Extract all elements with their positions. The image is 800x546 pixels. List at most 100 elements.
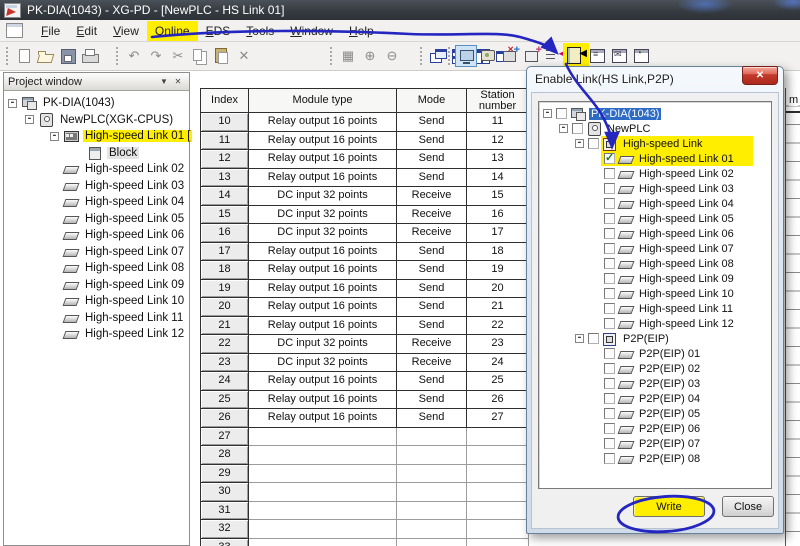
grid-cell-mode[interactable]: Receive	[397, 335, 467, 354]
toolbar-icon[interactable]	[477, 45, 499, 67]
enable-checkbox[interactable]	[588, 138, 599, 149]
grid-cell-station[interactable]: 14	[467, 169, 529, 188]
grid-cell-mode[interactable]: Send	[397, 132, 467, 151]
enable-checkbox[interactable]	[604, 318, 615, 329]
enable-checkbox[interactable]	[604, 198, 615, 209]
grid-cell-index[interactable]: 25	[201, 391, 249, 410]
enable-link-tree-item[interactable]: High-speed Link 03	[539, 181, 771, 196]
project-tree-item[interactable]: High-speed Link 12	[4, 326, 189, 343]
grid-cell-index[interactable]: 13	[201, 169, 249, 188]
grid-cell-mode[interactable]: Receive	[397, 206, 467, 225]
enable-checkbox[interactable]	[604, 363, 615, 374]
enable-link-tree-item[interactable]: High-speed Link 02	[539, 166, 771, 181]
project-tree-item[interactable]: High-speed Link 07	[4, 244, 189, 261]
toolbar-icon[interactable]	[189, 45, 211, 67]
title-bar[interactable]: PK-DIA(1043) - XG-PD - [NewPLC - HS Link…	[0, 0, 800, 20]
grid-cell-index[interactable]: 23	[201, 354, 249, 373]
grid-cell-index[interactable]: 29	[201, 465, 249, 484]
project-tree-item[interactable]: High-speed Link 03	[4, 178, 189, 195]
enable-link-tree-item[interactable]: High-speed Link 04	[539, 196, 771, 211]
menu-item[interactable]: Window	[282, 21, 341, 41]
grid-cell-station[interactable]: 20	[467, 280, 529, 299]
project-tree-item[interactable]: High-speed Link 05	[4, 211, 189, 228]
grid-cell-station[interactable]	[467, 483, 529, 502]
grid-cell-index[interactable]: 16	[201, 224, 249, 243]
grid-cell-mode[interactable]	[397, 428, 467, 447]
tree-expander-icon[interactable]: -	[543, 109, 552, 118]
grid-cell-index[interactable]: 22	[201, 335, 249, 354]
enable-link-tree-item[interactable]: High-speed Link 06	[539, 226, 771, 241]
grid-cell-mode[interactable]: Send	[397, 169, 467, 188]
project-tree-item[interactable]: High-speed Link 04	[4, 194, 189, 211]
toolbar-icon[interactable]: ↷	[145, 45, 167, 67]
menu-item[interactable]: Edit	[68, 21, 105, 41]
grid-cell-index[interactable]: 28	[201, 446, 249, 465]
toolbar-icon[interactable]	[57, 45, 79, 67]
project-tree-item[interactable]: - High-speed Link 01 [	[4, 128, 189, 145]
toolbar-icon[interactable]	[499, 45, 521, 67]
grid-cell-station[interactable]: 16	[467, 206, 529, 225]
grid-cell-mode[interactable]: Send	[397, 298, 467, 317]
toolbar-icon[interactable]	[79, 45, 101, 67]
grid-cell-module-type[interactable]: Relay output 16 points	[249, 261, 397, 280]
grid-cell-index[interactable]: 31	[201, 502, 249, 521]
menu-item[interactable]: View	[105, 21, 147, 41]
enable-link-tree-item[interactable]: P2P(EIP) 05	[539, 406, 771, 421]
grid-cell-station[interactable]: 13	[467, 150, 529, 169]
grid-cell-station[interactable]: 27	[467, 409, 529, 428]
grid-cell-index[interactable]: 21	[201, 317, 249, 336]
toolbar-icon[interactable]: ▦	[337, 45, 359, 67]
enable-link-tree-item[interactable]: - P2P(EIP)	[539, 331, 771, 346]
grid-cell-module-type[interactable]: DC input 32 points	[249, 335, 397, 354]
enable-link-tree-item[interactable]: High-speed Link 10	[539, 286, 771, 301]
grid-cell-module-type[interactable]: DC input 32 points	[249, 224, 397, 243]
grid-cell-station[interactable]: 12	[467, 132, 529, 151]
enable-link-tree-item[interactable]: P2P(EIP) 01	[539, 346, 771, 361]
toolbar-icon[interactable]	[13, 45, 35, 67]
enable-checkbox[interactable]	[556, 108, 567, 119]
tree-expander-icon[interactable]: -	[575, 139, 584, 148]
grid-cell-mode[interactable]: Send	[397, 150, 467, 169]
toolbar-icon[interactable]	[521, 45, 543, 67]
project-tree-item[interactable]: - PK-DIA(1043)	[4, 95, 189, 112]
grid-cell-index[interactable]: 20	[201, 298, 249, 317]
tree-expander-icon[interactable]: -	[559, 124, 568, 133]
close-button[interactable]: Close	[722, 496, 774, 517]
grid-cell-mode[interactable]: Send	[397, 243, 467, 262]
grid-cell-module-type[interactable]	[249, 502, 397, 521]
grid-cell-module-type[interactable]: DC input 32 points	[249, 206, 397, 225]
project-tree-item[interactable]: High-speed Link 10	[4, 293, 189, 310]
grid-cell-module-type[interactable]: Relay output 16 points	[249, 113, 397, 132]
grid-cell-index[interactable]: 30	[201, 483, 249, 502]
enable-checkbox[interactable]	[604, 153, 615, 164]
menu-item[interactable]: Online	[147, 21, 198, 41]
grid-cell-mode[interactable]	[397, 502, 467, 521]
enable-link-tree-item[interactable]: P2P(EIP) 04	[539, 391, 771, 406]
menu-item[interactable]: EDS	[198, 21, 239, 41]
grid-cell-index[interactable]: 26	[201, 409, 249, 428]
enable-checkbox[interactable]	[604, 378, 615, 389]
enable-link-tree-item[interactable]: P2P(EIP) 08	[539, 451, 771, 466]
enable-link-tree-item[interactable]: High-speed Link 05	[539, 211, 771, 226]
tree-expander-icon[interactable]: -	[25, 115, 34, 124]
toolbar-icon[interactable]	[565, 45, 587, 67]
grid-cell-mode[interactable]	[397, 465, 467, 484]
write-button[interactable]: Write	[633, 496, 705, 517]
grid-cell-module-type[interactable]: Relay output 16 points	[249, 150, 397, 169]
grid-cell-station[interactable]: 25	[467, 372, 529, 391]
grid-cell-module-type[interactable]	[249, 465, 397, 484]
enable-link-tree-item[interactable]: High-speed Link 07	[539, 241, 771, 256]
grid-cell-mode[interactable]: Send	[397, 113, 467, 132]
enable-checkbox[interactable]	[604, 258, 615, 269]
grid-cell-station[interactable]: 22	[467, 317, 529, 336]
grid-cell-station[interactable]: 24	[467, 354, 529, 373]
project-tree-item[interactable]: High-speed Link 11	[4, 310, 189, 327]
grid-cell-module-type[interactable]: Relay output 16 points	[249, 409, 397, 428]
toolbar-icon[interactable]	[587, 45, 609, 67]
toolbar-icon[interactable]: ⊕	[359, 45, 381, 67]
grid-cell-index[interactable]: 24	[201, 372, 249, 391]
dialog-close-button[interactable]: ✕	[742, 66, 778, 85]
grid-cell-index[interactable]: 12	[201, 150, 249, 169]
enable-link-tree-item[interactable]: - NewPLC	[539, 121, 771, 136]
grid-cell-mode[interactable]	[397, 446, 467, 465]
